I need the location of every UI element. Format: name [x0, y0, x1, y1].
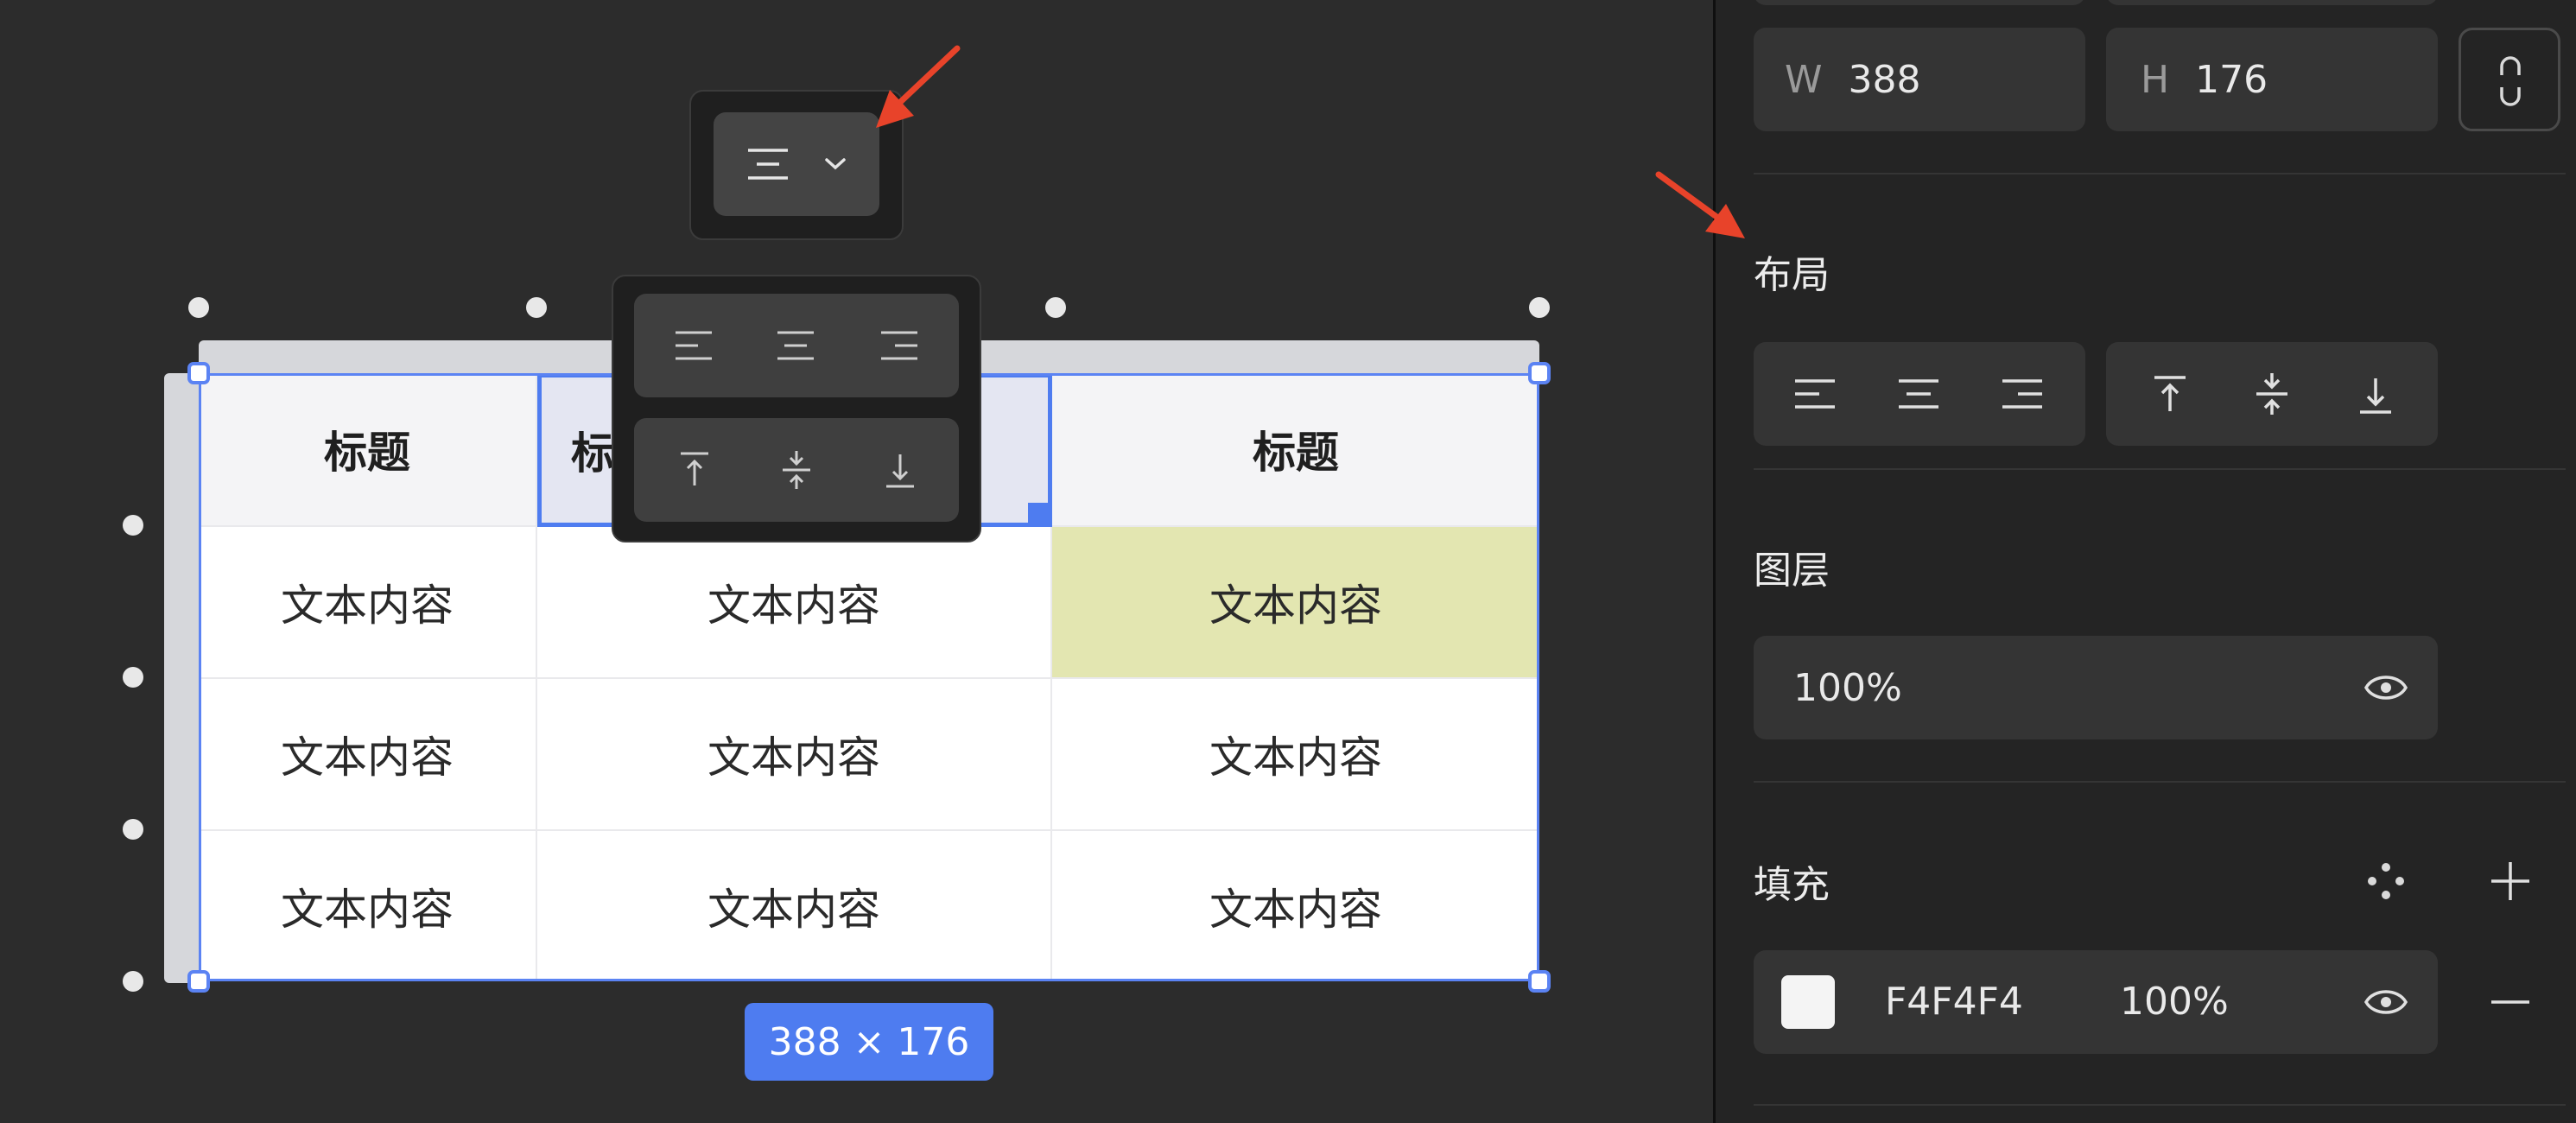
field-top-partial[interactable] — [1754, 0, 2085, 5]
resize-handle-bottom-left[interactable] — [187, 970, 210, 993]
align-center-icon[interactable] — [1897, 378, 1940, 409]
align-left-icon[interactable] — [1793, 378, 1837, 409]
chevron-down-icon — [825, 158, 846, 170]
annotation-arrow-icon — [1655, 171, 1745, 238]
table-header-cell[interactable]: 标题 — [199, 373, 537, 527]
layout-section-title: 布局 — [1754, 253, 1830, 297]
resize-handle-top-right[interactable] — [1528, 362, 1551, 384]
section-divider — [1754, 468, 2566, 470]
resize-handle-top-left[interactable] — [187, 362, 210, 384]
horizontal-align-group — [1754, 342, 2085, 446]
design-canvas[interactable]: 标题 标 标题 文本内容 文本内容 文本内容 文本内容 文本内容 文本内容 文本… — [0, 0, 1713, 1123]
selection-size-label: 388 × 176 — [745, 1003, 993, 1081]
fill-row[interactable] — [1754, 950, 2438, 1054]
section-divider — [1754, 781, 2566, 783]
fill-color-swatch[interactable] — [1781, 975, 1835, 1029]
width-value: 388 — [1848, 57, 1921, 102]
layer-section-title: 图层 — [1754, 549, 1830, 593]
horizontal-align-group — [634, 294, 959, 397]
row-handle-dot[interactable] — [123, 667, 143, 688]
table-cell[interactable]: 文本内容 — [537, 679, 1052, 831]
eye-icon[interactable] — [2363, 983, 2408, 1021]
annotation-arrow-icon — [876, 45, 961, 128]
align-bottom-icon[interactable] — [2357, 375, 2395, 415]
column-handle-dot[interactable] — [1529, 297, 1550, 318]
vertical-align-group — [2106, 342, 2438, 446]
column-handle-dot[interactable] — [188, 297, 209, 318]
align-right-icon[interactable] — [879, 330, 919, 361]
align-right-icon[interactable] — [2001, 378, 2044, 409]
align-top-icon[interactable] — [677, 451, 712, 489]
align-center-icon[interactable] — [776, 330, 815, 361]
eye-icon[interactable] — [2363, 669, 2408, 707]
table-cell[interactable]: 文本内容 — [1052, 831, 1539, 981]
align-bottom-icon[interactable] — [883, 451, 917, 489]
fill-section-title: 填充 — [1754, 863, 1830, 907]
table-cell[interactable]: 文本内容 — [1052, 679, 1539, 831]
fill-hex-value[interactable]: F4F4F4 — [1885, 980, 2023, 1024]
layer-opacity-value: 100% — [1793, 665, 1902, 710]
layer-opacity-field[interactable]: 100% — [1754, 636, 2438, 739]
table-cell[interactable]: 文本内容 — [199, 831, 537, 981]
constrain-proportions-button[interactable] — [2459, 28, 2560, 131]
section-divider — [1754, 1104, 2566, 1106]
table-cell[interactable]: 文本内容 — [537, 527, 1052, 679]
add-fill-icon[interactable] — [2488, 859, 2533, 904]
section-divider — [1754, 173, 2566, 174]
column-handle-dot[interactable] — [1045, 297, 1066, 318]
table-header-cell[interactable]: 标题 — [1052, 373, 1539, 527]
table-cell[interactable]: 文本内容 — [537, 831, 1052, 981]
align-left-icon[interactable] — [674, 330, 714, 361]
table-cell[interactable]: 文本内容 — [199, 527, 537, 679]
table-row-strip — [164, 373, 200, 983]
style-dots-icon[interactable] — [2365, 860, 2407, 902]
table-cell-highlighted[interactable]: 文本内容 — [1052, 527, 1539, 679]
align-center-icon — [748, 149, 788, 180]
vertical-align-group — [634, 418, 959, 522]
width-label: W — [1785, 57, 1823, 102]
table-cell[interactable]: 文本内容 — [199, 679, 537, 831]
row-handle-dot[interactable] — [123, 515, 143, 536]
field-top-partial[interactable] — [2106, 0, 2438, 5]
height-value: 176 — [2195, 57, 2268, 102]
remove-fill-icon[interactable] — [2488, 988, 2533, 1016]
link-icon — [2500, 56, 2521, 106]
resize-handle-bottom-right[interactable] — [1528, 970, 1551, 993]
height-label: H — [2141, 57, 2170, 102]
fill-opacity-value[interactable]: 100% — [2120, 980, 2229, 1024]
row-handle-dot[interactable] — [123, 971, 143, 992]
width-field[interactable]: W 388 — [1754, 28, 2085, 131]
align-top-icon[interactable] — [2151, 375, 2189, 415]
height-field[interactable]: H 176 — [2106, 28, 2438, 131]
cell-resize-handle[interactable] — [1028, 503, 1049, 523]
align-middle-icon[interactable] — [2253, 371, 2291, 416]
row-handle-dot[interactable] — [123, 819, 143, 840]
align-middle-icon[interactable] — [779, 449, 814, 491]
column-handle-dot[interactable] — [526, 297, 547, 318]
text-align-dropdown-button[interactable] — [714, 112, 879, 216]
